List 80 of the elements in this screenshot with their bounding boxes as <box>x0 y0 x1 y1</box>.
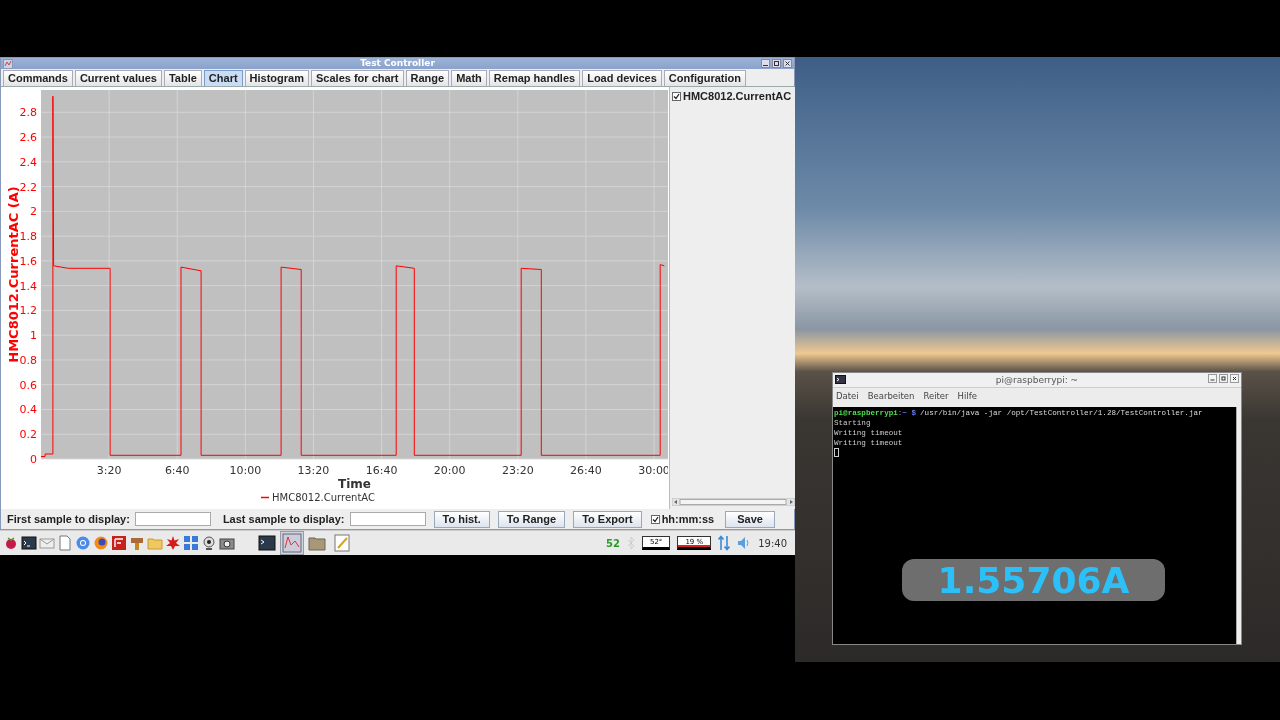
x-tick-label: 26:40 <box>570 464 602 478</box>
checkbox[interactable] <box>672 91 681 101</box>
fox-globe-icon[interactable] <box>93 535 109 551</box>
clock[interactable]: 19:40 <box>758 537 787 549</box>
x-tick-label: 23:20 <box>501 464 534 478</box>
y-tick-label: 1.6 <box>19 255 37 269</box>
close-icon[interactable] <box>783 59 792 68</box>
tab[interactable]: Remap handles <box>488 70 581 87</box>
y-tick-label: 2.4 <box>19 156 37 170</box>
y-tick-label: 0.4 <box>19 403 37 417</box>
y-tick-label: 0.6 <box>19 379 37 393</box>
tab[interactable]: Commands <box>3 70 73 87</box>
tab[interactable]: Configuration <box>663 70 746 87</box>
current-reading: 1.55706A <box>902 559 1165 601</box>
y-tick-label: 1 <box>30 329 37 343</box>
field-label: Last sample to display: <box>222 513 345 526</box>
tab[interactable]: Current values <box>74 70 162 87</box>
tab[interactable]: Chart <box>203 70 243 87</box>
y-tick-label: 2.6 <box>19 131 37 145</box>
x-axis-title: Time <box>338 477 371 492</box>
text-cursor <box>834 448 839 457</box>
document-icon[interactable] <box>57 535 73 551</box>
tab[interactable]: Math <box>451 70 487 87</box>
series-label[interactable]: HMC8012.CurrentAC <box>683 90 792 103</box>
x-tick-label: 6:40 <box>164 464 190 478</box>
tab[interactable]: Range <box>405 70 450 87</box>
y-tick-label: 1.4 <box>19 280 37 294</box>
starburst-icon[interactable] <box>165 535 181 551</box>
x-tick-label: 20:00 <box>433 464 466 478</box>
grid-icon[interactable] <box>183 535 199 551</box>
camera-icon[interactable] <box>219 535 235 551</box>
x-tick-label: 3:20 <box>96 464 122 478</box>
window-title: Test Controller <box>360 58 435 69</box>
menu-item[interactable]: Datei <box>836 391 859 401</box>
action-button[interactable]: To Range <box>497 510 566 528</box>
y-axis-title: HMC8012.CurrentAC (A) <box>6 186 21 364</box>
app-tile-icon[interactable] <box>111 535 127 551</box>
legend-label: HMC8012.CurrentAC <box>272 492 375 504</box>
maximize-icon[interactable] <box>1219 374 1228 383</box>
maximize-icon[interactable] <box>772 59 781 68</box>
tab[interactable]: Histogram <box>244 70 309 87</box>
checkbox[interactable] <box>650 514 660 524</box>
terminal-icon <box>835 375 846 384</box>
save-button[interactable]: Save <box>725 510 775 528</box>
y-tick-label: 2.2 <box>19 181 37 194</box>
webcam-icon[interactable] <box>201 535 217 551</box>
speaker-icon[interactable] <box>737 536 752 550</box>
y-tick-label: 2 <box>30 205 37 219</box>
input-field[interactable] <box>349 512 426 527</box>
y-tick-label: 0.2 <box>19 428 37 442</box>
window-title: pi@raspberrypi: ~ <box>995 375 1079 385</box>
menu-item[interactable]: Hilfe <box>957 391 977 401</box>
x-tick-label: 10:00 <box>229 464 262 478</box>
action-button[interactable]: To Export <box>573 510 642 528</box>
checkbox-label[interactable]: hh:mm:ss <box>661 513 715 526</box>
field-label: First sample to display: <box>7 513 130 526</box>
status-number: 52 <box>606 537 620 549</box>
y-tick-label: 1.2 <box>19 304 37 318</box>
vertical-scrollbar[interactable] <box>1236 407 1241 644</box>
y-tick-label: 0.8 <box>19 354 37 368</box>
y-tick-label: 2.8 <box>19 106 37 120</box>
terminal-icon[interactable] <box>21 535 37 551</box>
y-tick-label: 1.8 <box>19 230 37 244</box>
tab[interactable]: Load devices <box>582 70 662 87</box>
raspberry-icon[interactable] <box>3 535 19 551</box>
tool-icon[interactable] <box>129 535 145 551</box>
x-tick-label: 13:20 <box>297 464 330 478</box>
menu-item[interactable]: Reiter <box>923 391 949 401</box>
menu-item[interactable]: Bearbeiten <box>867 391 915 401</box>
x-tick-label: 16:40 <box>365 464 398 478</box>
horizontal-scrollbar[interactable] <box>672 498 795 507</box>
close-icon[interactable] <box>1230 374 1239 383</box>
tab[interactable]: Scales for chart <box>311 70 404 87</box>
network-arrows-icon[interactable] <box>718 535 731 551</box>
tab[interactable]: Table <box>163 70 202 87</box>
action-button[interactable]: To hist. <box>433 510 490 528</box>
y-tick-label: 0 <box>30 453 37 467</box>
input-field[interactable] <box>134 512 211 527</box>
minimize-icon[interactable] <box>761 59 770 68</box>
globe-icon[interactable] <box>75 535 91 551</box>
